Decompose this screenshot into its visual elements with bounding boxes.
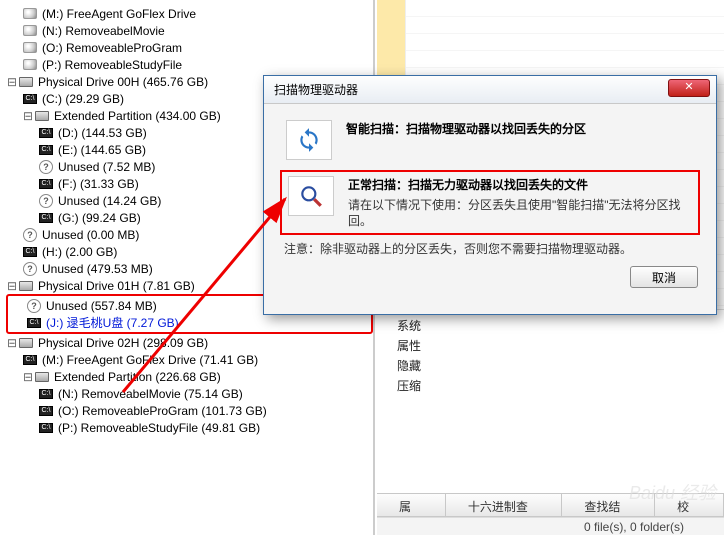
disk-icon: [23, 25, 37, 36]
watermark: Baidu 经验: [629, 479, 716, 505]
drive-o[interactable]: (O:) RemoveableProGram: [6, 39, 373, 56]
partition-m2[interactable]: C:\(M:) FreeAgent GoFlex Drive (71.41 GB…: [6, 351, 373, 368]
dialog-title: 扫描物理驱动器: [264, 76, 716, 104]
drive-p[interactable]: (P:) RemoveableStudyFile: [6, 56, 373, 73]
cancel-button[interactable]: 取消: [630, 266, 698, 288]
partition-icon: C:\: [27, 318, 41, 328]
unknown-icon: ?: [39, 194, 53, 208]
unknown-icon: ?: [27, 299, 41, 313]
drive-m[interactable]: (M:) FreeAgent GoFlex Drive: [6, 5, 373, 22]
drive-icon: [19, 281, 33, 291]
partition-icon: C:\: [39, 406, 53, 416]
ext-partition-2[interactable]: ⊟Extended Partition (226.68 GB): [6, 368, 373, 385]
prop-compress: 压缩: [397, 376, 421, 396]
unknown-icon: ?: [23, 228, 37, 242]
smart-scan-title: 智能扫描：扫描物理驱动器以找回丢失的分区: [346, 122, 586, 136]
smart-scan-option[interactable]: 智能扫描：扫描物理驱动器以找回丢失的分区: [280, 116, 700, 164]
collapse-icon[interactable]: ⊟: [22, 370, 34, 384]
dialog-note: 注意：除非驱动器上的分区丢失，否则您不需要扫描物理驱动器。: [284, 241, 700, 257]
scan-dialog: 扫描物理驱动器 ✕ 智能扫描：扫描物理驱动器以找回丢失的分区 正常扫描：扫描无力…: [263, 75, 717, 315]
unknown-icon: ?: [23, 262, 37, 276]
drive-icon: [19, 77, 33, 87]
phys-drive-2[interactable]: ⊟Physical Drive 02H (298.09 GB): [6, 334, 373, 351]
partition-icon: C:\: [23, 355, 37, 365]
normal-scan-option[interactable]: 正常扫描：扫描无力驱动器以找回丢失的文件 请在以下情况下使用：分区丢失且使用"智…: [280, 170, 700, 235]
collapse-icon[interactable]: ⊟: [22, 109, 34, 123]
partition-icon: C:\: [23, 247, 37, 257]
prop-system: 系统: [397, 316, 421, 336]
partition-icon: C:\: [39, 128, 53, 138]
close-button[interactable]: ✕: [668, 79, 710, 97]
magnifier-icon: [288, 176, 334, 216]
status-bar: 0 file(s), 0 folder(s): [377, 517, 724, 535]
drive-icon: [35, 372, 49, 382]
tab-hex[interactable]: 十六进制查看: [446, 494, 563, 516]
drive-n[interactable]: (N:) RemoveabelMovie: [6, 22, 373, 39]
collapse-icon[interactable]: ⊟: [6, 279, 18, 293]
prop-attr: 属性: [397, 336, 421, 356]
disk-icon: [23, 59, 37, 70]
drive-icon: [19, 338, 33, 348]
partition-icon: C:\: [39, 213, 53, 223]
partition-icon: C:\: [23, 94, 37, 104]
unknown-icon: ?: [39, 160, 53, 174]
partition-p2[interactable]: C:\(P:) RemoveableStudyFile (49.81 GB): [6, 419, 373, 436]
refresh-icon: [286, 120, 332, 160]
partition-n2[interactable]: C:\(N:) RemoveabelMovie (75.14 GB): [6, 385, 373, 402]
collapse-icon[interactable]: ⊟: [6, 75, 18, 89]
prop-hidden: 隐藏: [397, 356, 421, 376]
partition-icon: C:\: [39, 179, 53, 189]
normal-scan-title: 正常扫描：扫描无力驱动器以找回丢失的文件: [348, 178, 588, 192]
tab-properties[interactable]: 属性: [377, 494, 446, 516]
partition-o2[interactable]: C:\(O:) RemoveableProGram (101.73 GB): [6, 402, 373, 419]
disk-icon: [23, 42, 37, 53]
disk-icon: [23, 8, 37, 19]
drive-icon: [35, 111, 49, 121]
property-list: 系统 属性 隐藏 压缩: [397, 316, 421, 396]
collapse-icon[interactable]: ⊟: [6, 336, 18, 350]
normal-scan-desc: 请在以下情况下使用：分区丢失且使用"智能扫描"无法将分区找回。: [348, 197, 692, 229]
partition-j-selected[interactable]: C:\(J:) 逯毛桃U盘 (7.27 GB): [10, 314, 369, 331]
partition-icon: C:\: [39, 389, 53, 399]
partition-icon: C:\: [39, 423, 53, 433]
partition-icon: C:\: [39, 145, 53, 155]
